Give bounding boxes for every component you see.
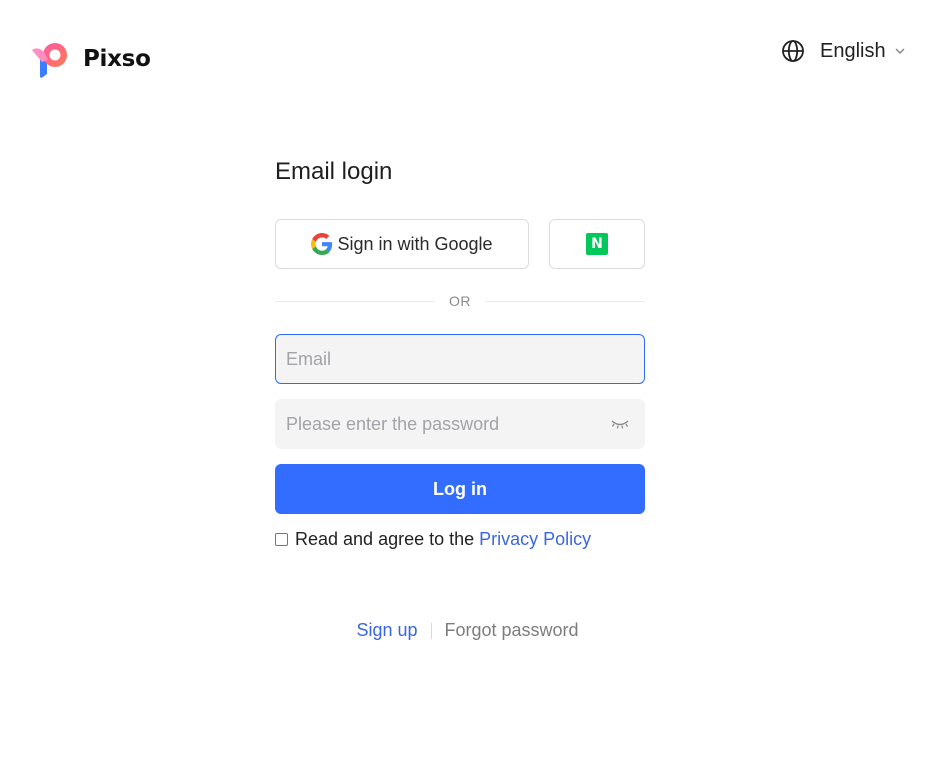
login-panel: Email login Sign in with Google N OR Ema… bbox=[275, 150, 645, 549]
or-divider: OR bbox=[275, 291, 645, 311]
email-field[interactable] bbox=[276, 335, 644, 383]
chevron-down-icon bbox=[895, 48, 905, 55]
brand-name: Pixso bbox=[83, 46, 151, 72]
pixso-logo-icon bbox=[32, 43, 67, 78]
footer-links: Sign up Forgot password bbox=[0, 620, 935, 641]
oauth-row: Sign in with Google N bbox=[275, 219, 645, 269]
pixso-logo[interactable]: Pixso bbox=[30, 38, 151, 80]
eye-closed-icon[interactable] bbox=[610, 417, 630, 431]
privacy-agreement: Read and agree to the Privacy Policy bbox=[275, 527, 591, 551]
language-selector[interactable]: English bbox=[781, 37, 906, 65]
language-label: English bbox=[820, 39, 886, 62]
footer-separator bbox=[430, 622, 432, 639]
password-field[interactable] bbox=[276, 400, 644, 448]
agree-text: Read and agree to the bbox=[295, 528, 475, 549]
divider-line-right bbox=[485, 300, 645, 302]
email-field-wrapper bbox=[275, 334, 645, 384]
google-icon bbox=[311, 233, 333, 255]
or-label: OR bbox=[449, 293, 471, 309]
agree-checkbox[interactable] bbox=[275, 532, 288, 546]
page-title: Email login bbox=[275, 158, 393, 185]
login-button[interactable]: Log in bbox=[275, 464, 645, 514]
google-signin-button[interactable]: Sign in with Google bbox=[275, 219, 529, 269]
privacy-policy-link[interactable]: Privacy Policy bbox=[479, 529, 591, 550]
divider-line-left bbox=[275, 300, 435, 302]
globe-icon bbox=[782, 40, 804, 62]
password-field-wrapper bbox=[275, 399, 645, 449]
google-signin-label: Sign in with Google bbox=[337, 233, 493, 254]
naver-icon: N bbox=[586, 233, 608, 255]
naver-signin-button[interactable]: N bbox=[549, 219, 645, 269]
signup-link[interactable]: Sign up bbox=[356, 620, 417, 641]
forgot-password-link[interactable]: Forgot password bbox=[445, 620, 579, 641]
